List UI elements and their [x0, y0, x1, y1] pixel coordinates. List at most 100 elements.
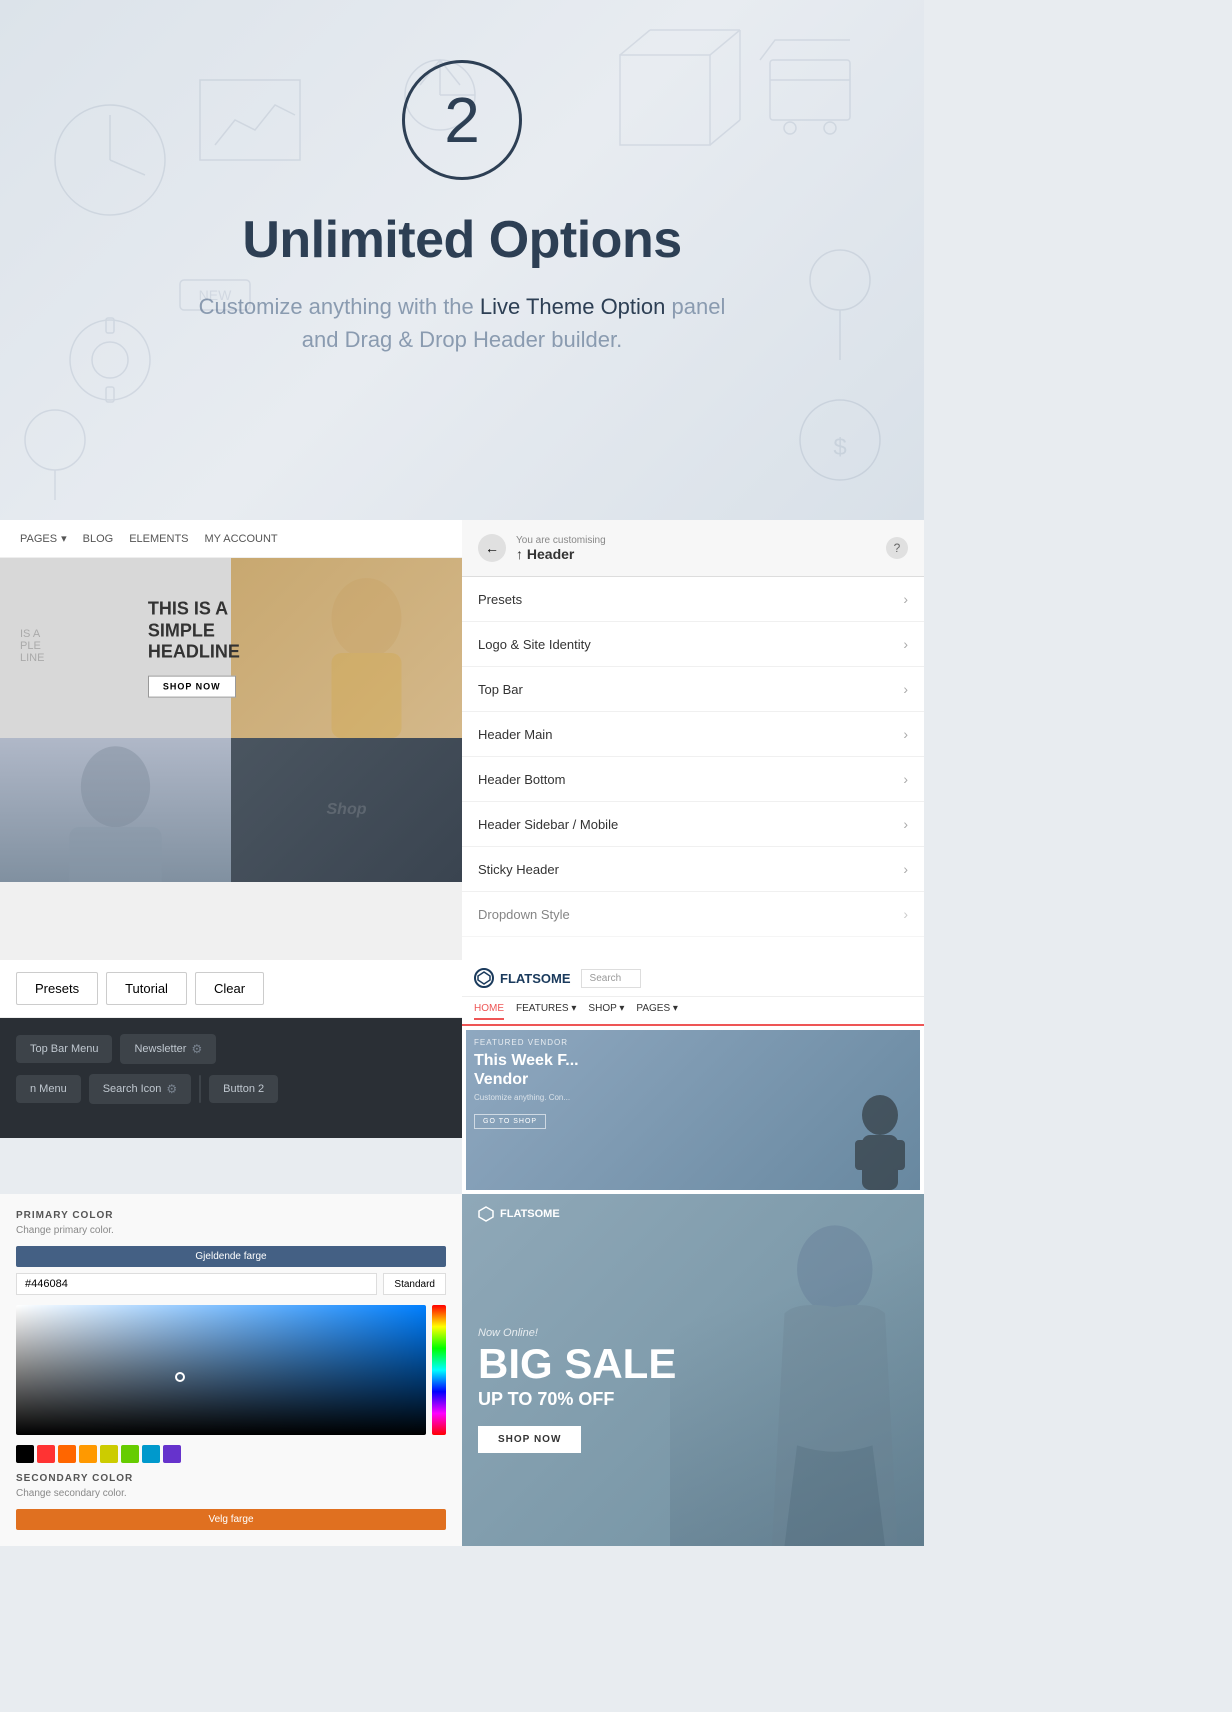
go-to-shop-button[interactable]: GO TO SHOP — [474, 1114, 546, 1129]
presets-button[interactable]: Presets — [16, 972, 98, 1005]
nav-pages[interactable]: PAGES ▾ — [20, 532, 67, 545]
color-cursor — [175, 1372, 185, 1382]
color-preview-bar: Gjeldende farge — [16, 1246, 446, 1267]
hero-subtitle: Customize anything with the Live Theme O… — [162, 290, 762, 356]
button2-block[interactable]: Button 2 — [209, 1075, 278, 1103]
hero-subtitle-part1: Customize anything with the — [199, 294, 480, 319]
mockup-navbar: PAGES ▾ BLOG ELEMENTS MY ACCOUNT — [0, 520, 462, 558]
hero-subtitle-part2: panel — [672, 294, 726, 319]
chevron-icon: › — [903, 906, 908, 922]
flat-nav-pages[interactable]: PAGES ▾ — [636, 1003, 678, 1018]
menu-item-logo-identity[interactable]: Logo & Site Identity › — [462, 622, 924, 667]
flatsome-navbar: FLATSOME Search — [462, 960, 924, 997]
person-panel — [0, 738, 231, 882]
color-picker-gradient-area[interactable] — [16, 1305, 446, 1435]
menu-item-sticky-header[interactable]: Sticky Header › — [462, 847, 924, 892]
swatch-yellow[interactable] — [100, 1445, 118, 1463]
menu-item-header-sidebar[interactable]: Header Sidebar / Mobile › — [462, 802, 924, 847]
mockup-hero-image: IS APLELINE THIS IS ASIMPLEHEADLINE SHOP… — [0, 558, 462, 738]
shop-now-button[interactable]: SHOP NOW — [148, 675, 236, 697]
mockup-headline-area: THIS IS ASIMPLEHEADLINE SHOP NOW — [148, 599, 240, 698]
website-mockup: PAGES ▾ BLOG ELEMENTS MY ACCOUNT IS APLE… — [0, 520, 462, 960]
chevron-icon: › — [903, 591, 908, 607]
nav-elements[interactable]: ELEMENTS — [129, 533, 188, 545]
chevron-icon: › — [903, 726, 908, 742]
color-picker-panel: PRIMARY COLOR Change primary color. Gjel… — [0, 1194, 462, 1546]
chevron-icon: › — [903, 816, 908, 832]
secondary-color-section: SECONDARY COLOR Change secondary color. … — [16, 1473, 446, 1530]
hero-title: Unlimited Options — [20, 210, 904, 270]
chevron-icon: › — [903, 681, 908, 697]
menu-item-dropdown-style[interactable]: Dropdown Style › — [462, 892, 924, 937]
color-swatches — [16, 1445, 446, 1463]
chevron-icon: › — [903, 861, 908, 877]
hero-subtitle-line2: and Drag & Drop Header builder. — [302, 327, 622, 352]
header-label: ↑ Header — [516, 546, 876, 562]
swatch-green[interactable] — [121, 1445, 139, 1463]
secondary-color-label: SECONDARY COLOR — [16, 1473, 446, 1484]
nav-blog[interactable]: BLOG — [83, 533, 114, 545]
search-icon-block[interactable]: Search Icon ⚙ — [89, 1074, 191, 1104]
gear-icon: ⚙ — [166, 1082, 177, 1096]
color-type-button[interactable]: Standard — [383, 1273, 446, 1295]
menu-item-header-bottom[interactable]: Header Bottom › — [462, 757, 924, 802]
flat-nav-shop[interactable]: SHOP ▾ — [588, 1003, 624, 1018]
hero-section: NEW $ 2 Unlimited Options Customize anyt… — [0, 0, 924, 520]
primary-color-label: PRIMARY COLOR — [16, 1210, 446, 1221]
woman-silhouette — [670, 1194, 924, 1546]
hero-photo — [231, 558, 462, 738]
flatsome-search-box[interactable]: Search — [581, 969, 641, 988]
dark-panel: Shop — [231, 738, 462, 882]
flat-nav-home[interactable]: HOME — [474, 1003, 504, 1020]
swatch-purple[interactable] — [163, 1445, 181, 1463]
menu-item-presets[interactable]: Presets › — [462, 577, 924, 622]
menu-item-top-bar[interactable]: Top Bar › — [462, 667, 924, 712]
customizer-header: ← You are customising ↑ Header ? — [462, 520, 924, 577]
shop-now-white-button[interactable]: SHOP NOW — [478, 1426, 581, 1453]
product-card: FEATURED VENDOR This Week F...Vendor Cus… — [466, 1030, 920, 1190]
secondary-color-desc: Change secondary color. — [16, 1488, 446, 1499]
swatch-red[interactable] — [37, 1445, 55, 1463]
chevron-icon: › — [903, 636, 908, 652]
nav-myaccount[interactable]: MY ACCOUNT — [205, 533, 278, 545]
ninja-figure — [840, 1090, 920, 1190]
customizer-header-text: You are customising ↑ Header — [516, 535, 876, 562]
flatsome-preview: FLATSOME Search HOME FEATURES ▾ SHOP ▾ P… — [462, 960, 924, 1194]
swatch-amber[interactable] — [79, 1445, 97, 1463]
chevron-icon: › — [903, 771, 908, 787]
top-bar-menu-block[interactable]: Top Bar Menu — [16, 1035, 112, 1063]
nav-menu-block[interactable]: n Menu — [16, 1075, 81, 1103]
flatsome-logo-white: FLATSOME — [478, 1206, 560, 1222]
hex-input[interactable] — [16, 1273, 377, 1295]
tutorial-button[interactable]: Tutorial — [106, 972, 187, 1005]
header-builder-row2: n Menu Search Icon ⚙ Button 2 — [16, 1074, 446, 1104]
step-circle: 2 — [402, 60, 522, 180]
swatch-black[interactable] — [16, 1445, 34, 1463]
big-sale-panel: FLATSOME Now Online! BIG SALE UP TO 70% … — [462, 1194, 924, 1546]
menu-item-header-main[interactable]: Header Main › — [462, 712, 924, 757]
help-button[interactable]: ? — [886, 537, 908, 559]
svg-text:$: $ — [833, 434, 846, 461]
swatch-orange[interactable] — [58, 1445, 76, 1463]
flat-nav-links: HOME FEATURES ▾ SHOP ▾ PAGES ▾ — [462, 997, 924, 1026]
customizing-label: You are customising — [516, 535, 876, 546]
screenshots-grid: PAGES ▾ BLOG ELEMENTS MY ACCOUNT IS APLE… — [0, 520, 924, 960]
third-row: PRIMARY COLOR Change primary color. Gjel… — [0, 1194, 924, 1546]
action-buttons-row: Presets Tutorial Clear — [0, 960, 462, 1018]
step-number: 2 — [444, 88, 480, 152]
second-row: Presets Tutorial Clear Top Bar Menu News… — [0, 960, 924, 1194]
separator — [199, 1075, 201, 1103]
clear-button[interactable]: Clear — [195, 972, 264, 1005]
swatch-blue[interactable] — [142, 1445, 160, 1463]
header-builder-row1: Top Bar Menu Newsletter ⚙ — [16, 1034, 446, 1064]
secondary-color-bar[interactable]: Velg farge — [16, 1509, 446, 1530]
newsletter-block[interactable]: Newsletter ⚙ — [120, 1034, 216, 1064]
hue-strip[interactable] — [432, 1305, 446, 1435]
primary-color-desc: Change primary color. — [16, 1225, 446, 1236]
mockup-bottom-panels: Shop — [0, 738, 462, 858]
flat-nav-features[interactable]: FEATURES ▾ — [516, 1003, 576, 1018]
back-button[interactable]: ← — [478, 534, 506, 562]
color-gradient[interactable] — [16, 1305, 426, 1435]
gear-icon: ⚙ — [191, 1042, 202, 1056]
flatsome-logo-icon — [474, 968, 494, 988]
